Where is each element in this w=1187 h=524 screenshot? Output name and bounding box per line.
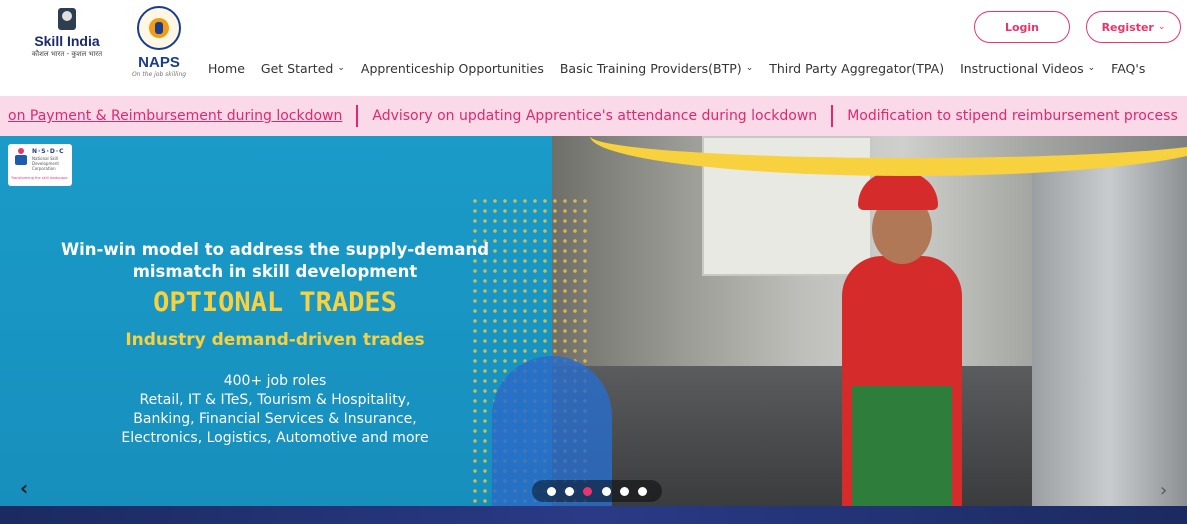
news-ticker: on Payment & Reimbursement during lockdo… — [0, 96, 1187, 136]
nav-videos-label: Instructional Videos — [960, 60, 1084, 76]
chevron-down-icon: ⌄ — [337, 63, 345, 73]
skill-india-emblem-icon — [58, 8, 76, 30]
carousel-indicators — [532, 480, 662, 502]
carousel-prev-icon[interactable]: ‹ — [20, 476, 28, 500]
naps-tagline: On the job skilling — [131, 71, 187, 78]
naps-name: NAPS — [138, 54, 180, 71]
site-header: Skill India कौशल भारत - कुशल भारत NAPS O… — [0, 0, 1187, 88]
ticker-item[interactable]: Modification to stipend reimbursement pr… — [847, 108, 1187, 124]
job-roles-line: Banking, Financial Services & Insurance, — [133, 411, 417, 427]
chevron-down-icon: ⌄ — [1087, 63, 1096, 73]
banner-photo — [552, 136, 1187, 506]
carousel-dot[interactable] — [565, 486, 575, 496]
skill-india-logo[interactable]: Skill India कौशल भारत - कुशल भारत — [28, 8, 106, 80]
skill-india-tagline: कौशल भारत - कुशल भारत — [31, 50, 103, 58]
register-button[interactable]: Register ⌄ — [1086, 11, 1181, 43]
carousel-dot[interactable] — [547, 486, 557, 496]
nav-instructional-videos[interactable]: Instructional Videos ⌄ — [960, 61, 1095, 76]
naps-logo[interactable]: NAPS On the job skilling — [124, 6, 194, 82]
nsdc-logo: N·S·D·C National Skill Development Corpo… — [8, 144, 72, 186]
nav-faq[interactable]: FAQ's — [1111, 61, 1145, 76]
nav-get-started-label: Get Started — [260, 60, 334, 76]
nsdc-abbr: N·S·D·C — [32, 148, 65, 155]
chevron-down-icon: ⌄ — [745, 63, 754, 73]
nav-apprenticeship-opportunities[interactable]: Apprenticeship Opportunities — [361, 61, 544, 76]
nsdc-emblem-icon — [14, 148, 28, 166]
banner-headline: Win-win model to address the supply-dema… — [40, 239, 510, 283]
register-label: Register — [1101, 20, 1154, 34]
login-label: Login — [1004, 20, 1040, 34]
banner-subtitle: Industry demand-driven trades — [125, 330, 425, 350]
nav-tpa[interactable]: Third Party Aggregator(TPA) — [769, 61, 944, 76]
naps-seal-icon — [137, 6, 181, 50]
nav-tpa-label: Third Party Aggregator(TPA) — [769, 60, 945, 76]
carousel-dot[interactable] — [601, 486, 611, 496]
nav-btp[interactable]: Basic Training Providers(BTP) ⌄ — [560, 61, 753, 76]
job-roles-line: 400+ job roles — [223, 373, 327, 389]
job-roles-line: Retail, IT & ITeS, Tourism & Hospitality… — [139, 392, 411, 408]
nav-home[interactable]: Home — [208, 61, 245, 76]
carousel-dot[interactable] — [637, 486, 647, 496]
photo-apron — [852, 386, 952, 506]
ticker-divider — [831, 105, 834, 127]
carousel-dot[interactable] — [583, 486, 593, 496]
login-button[interactable]: Login — [974, 11, 1070, 43]
hero-carousel: N·S·D·C National Skill Development Corpo… — [0, 136, 1187, 506]
ticker-item[interactable]: on Payment & Reimbursement during lockdo… — [8, 108, 356, 124]
carousel-dot[interactable] — [619, 486, 629, 496]
footer-strip — [0, 506, 1187, 524]
carousel-next-icon[interactable]: › — [1160, 480, 1167, 501]
nav-faq-label: FAQ's — [1111, 60, 1146, 76]
nav-apprenticeship-label: Apprenticeship Opportunities — [360, 60, 544, 76]
job-roles-line: Electronics, Logistics, Automotive and m… — [121, 430, 429, 446]
nav-home-label: Home — [208, 60, 245, 76]
banner-title: OPTIONAL TRADES — [153, 287, 397, 318]
chevron-down-icon: ⌄ — [1157, 22, 1166, 32]
ticker-divider — [356, 105, 359, 127]
skill-india-name: Skill India — [34, 33, 100, 49]
banner-headline-line: Win-win model to address the supply-dema… — [60, 240, 490, 259]
nsdc-full-name: National Skill Development Corporation — [32, 156, 59, 171]
photo-fridge — [1032, 156, 1187, 506]
main-nav: Home Get Started ⌄ Apprenticeship Opportu… — [208, 58, 1145, 78]
ticker-item[interactable]: Advisory on updating Apprentice's attend… — [372, 108, 831, 124]
nav-btp-label: Basic Training Providers(BTP) — [559, 60, 742, 76]
nav-get-started[interactable]: Get Started ⌄ — [261, 61, 345, 76]
nsdc-tagline: Transforming the skill landscape — [11, 176, 68, 180]
banner-headline-line: mismatch in skill development — [132, 262, 418, 281]
banner-job-roles: 400+ job roles Retail, IT & ITeS, Touris… — [40, 372, 510, 448]
